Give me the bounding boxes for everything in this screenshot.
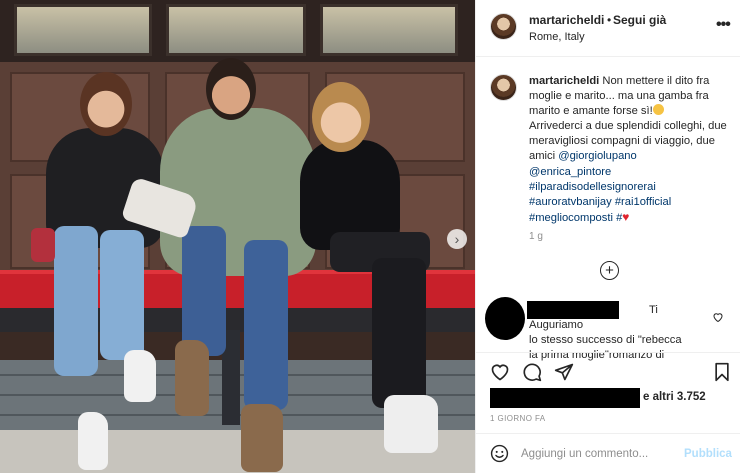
plus-circle-icon[interactable]: + [600,261,619,280]
following-button[interactable]: Segui già [613,13,666,27]
person-right-shoe [384,395,438,453]
person-left-leg [100,230,144,360]
red-handbag [31,228,55,262]
sweat-smile-emoji-icon [652,104,664,116]
photo-windows [0,0,475,64]
hashtag-link[interactable]: #rai1official [615,196,671,208]
person-middle-leg [244,240,288,410]
redacted-liker [490,388,640,408]
share-paper-plane-icon[interactable] [554,362,574,382]
caption-time: 1 g [529,231,543,242]
person-right-leg [372,258,426,408]
person-right-head [312,82,370,152]
person-left-head [80,72,132,136]
hashtag-link[interactable]: #auroratvbanijay [529,196,612,208]
comment-like-heart-icon[interactable] [712,311,724,323]
photo-window [320,4,458,56]
comment-text: Ti Auguriamo lo stesso successo di "rebe… [529,303,709,363]
mention-link[interactable]: @giorgiolupano [558,150,637,162]
post-date: 1 GIORNO FA [490,414,546,423]
person-middle-head [206,58,256,120]
person-middle-boot [175,340,209,416]
more-dots-icon[interactable]: ••• [716,16,731,34]
caption-username[interactable]: martaricheldi [529,75,599,87]
person-left-leg [54,226,98,376]
emoji-smiley-icon[interactable] [490,444,509,463]
bookmark-icon[interactable] [712,362,732,382]
mention-link[interactable]: @enrica_pintore [529,166,611,178]
author-avatar[interactable] [490,13,517,40]
like-heart-icon[interactable] [490,362,510,382]
post-sidebar: martaricheldi • Segui già Rome, Italy ••… [475,0,740,473]
comment-line: lo stesso successo di "rebecca [529,334,682,347]
photo-window [166,4,306,56]
post-caption: martaricheldi Non mettere il dito fra mo… [529,74,734,226]
author-username[interactable]: martaricheldi [529,13,604,27]
comment-input[interactable] [521,445,671,463]
location-link[interactable]: Rome, Italy [529,31,585,43]
commenter-avatar[interactable] [485,297,525,340]
hashtag-link[interactable]: #megliocomposti [529,212,613,224]
actions-divider [476,352,740,353]
person-left-shoe [78,412,108,470]
post-photo[interactable]: › [0,0,475,473]
hashtag-link[interactable]: #ilparadisodellesignorerai [529,181,656,193]
header-separator: • [607,13,612,27]
post-header: martaricheldi • Segui già Rome, Italy ••… [476,0,740,57]
person-middle-boot [241,404,283,472]
likes-count[interactable]: e altri 3.752 [643,391,706,403]
person-middle-leg [182,226,226,356]
publish-button[interactable]: Pubblica [684,448,732,460]
red-heart-emoji-icon: ♥ [622,209,630,224]
person-left-shoe [124,350,156,402]
chevron-right-icon: › [454,231,460,247]
comment-line: Ti Auguriamo [529,304,658,332]
comment-bubble-icon[interactable] [522,362,542,382]
next-photo-button[interactable]: › [447,229,467,249]
photo-window [14,4,152,56]
caption-author-avatar[interactable] [490,74,517,101]
